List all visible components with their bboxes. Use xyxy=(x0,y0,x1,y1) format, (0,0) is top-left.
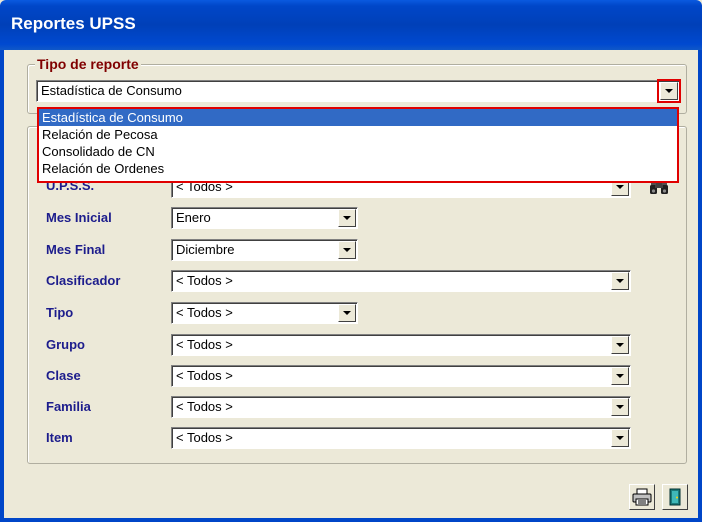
window-frame-bottom xyxy=(0,518,702,522)
chevron-down-icon xyxy=(343,248,351,252)
tipo-label: Tipo xyxy=(46,305,74,320)
tipo-reporte-select[interactable]: Estadística de Consumo xyxy=(36,79,681,103)
tipo-reporte-dropdown-list: Estadística de Consumo Relación de Pecos… xyxy=(37,107,679,183)
dropdown-option[interactable]: Consolidado de CN xyxy=(39,143,677,160)
dropdown-option[interactable]: Estadística de Consumo xyxy=(39,109,677,126)
window-frame-left xyxy=(0,50,4,522)
item-label: Item xyxy=(46,430,73,445)
dropdown-option[interactable]: Relación de Ordenes xyxy=(39,160,677,177)
chevron-down-icon xyxy=(343,311,351,315)
grupo-select[interactable]: < Todos > xyxy=(171,334,631,356)
grupo-dropdown-button[interactable] xyxy=(611,336,629,354)
chevron-down-icon xyxy=(616,436,624,440)
clasificador-select[interactable]: < Todos > xyxy=(171,270,631,292)
clase-dropdown-button[interactable] xyxy=(611,367,629,385)
chevron-down-icon xyxy=(616,374,624,378)
tipo-reporte-dropdown-button[interactable] xyxy=(657,79,681,103)
item-select[interactable]: < Todos > xyxy=(171,427,631,449)
grupo-value: < Todos > xyxy=(176,337,233,352)
mes-final-label: Mes Final xyxy=(46,242,106,257)
mes-final-value: Diciembre xyxy=(176,242,235,257)
chevron-down-icon xyxy=(616,405,624,409)
clasificador-dropdown-button[interactable] xyxy=(611,272,629,290)
tipo-select[interactable]: < Todos > xyxy=(171,302,358,324)
printer-icon xyxy=(632,488,652,506)
chevron-down-icon xyxy=(616,185,624,189)
mes-final-dropdown-button[interactable] xyxy=(338,241,356,259)
tipo-reporte-value: Estadística de Consumo xyxy=(41,83,182,98)
tipo-reporte-legend: Tipo de reporte xyxy=(35,56,141,72)
mes-inicial-label: Mes Inicial xyxy=(46,210,112,225)
familia-label: Familia xyxy=(46,399,91,414)
item-value: < Todos > xyxy=(176,430,233,445)
chevron-down-icon xyxy=(616,279,624,283)
dropdown-option[interactable]: Relación de Pecosa xyxy=(39,126,677,143)
reportes-window: Reportes UPSS Tipo de reporte Estadístic… xyxy=(0,0,702,522)
grupo-label: Grupo xyxy=(46,337,85,352)
mes-final-select[interactable]: Diciembre xyxy=(171,239,358,261)
exit-button[interactable] xyxy=(662,484,688,510)
print-button[interactable] xyxy=(629,484,655,510)
tipo-dropdown-button[interactable] xyxy=(338,304,356,322)
clasificador-label: Clasificador xyxy=(46,273,121,288)
chevron-down-icon xyxy=(343,216,351,220)
clasificador-value: < Todos > xyxy=(176,273,233,288)
familia-select[interactable]: < Todos > xyxy=(171,396,631,418)
familia-dropdown-button[interactable] xyxy=(611,398,629,416)
window-title: Reportes UPSS xyxy=(11,14,136,33)
mes-inicial-value: Enero xyxy=(176,210,211,225)
title-bar[interactable]: Reportes UPSS xyxy=(0,0,702,50)
window-frame-right xyxy=(698,50,702,522)
clase-select[interactable]: < Todos > xyxy=(171,365,631,387)
clase-label: Clase xyxy=(46,368,81,383)
item-dropdown-button[interactable] xyxy=(611,429,629,447)
tipo-value: < Todos > xyxy=(176,305,233,320)
mes-inicial-dropdown-button[interactable] xyxy=(338,209,356,227)
exit-door-icon xyxy=(669,488,681,506)
mes-inicial-select[interactable]: Enero xyxy=(171,207,358,229)
clase-value: < Todos > xyxy=(176,368,233,383)
familia-value: < Todos > xyxy=(176,399,233,414)
chevron-down-icon xyxy=(665,89,673,93)
chevron-down-icon xyxy=(616,343,624,347)
